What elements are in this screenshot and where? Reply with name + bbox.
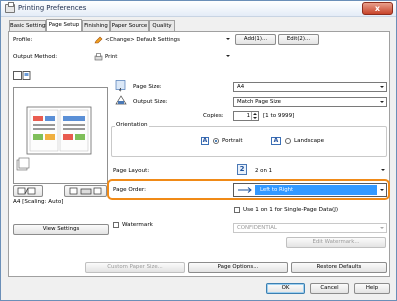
chevron-down-icon: [380, 86, 384, 88]
chevron-down-icon: [380, 101, 384, 103]
printing-preferences-window: Printing Preferences x Basic Settings Pa…: [0, 0, 397, 301]
page-order-value: Left to Right: [260, 187, 294, 193]
tab-quality[interactable]: Quality: [149, 20, 175, 31]
single-page-data-checkbox[interactable]: [234, 207, 240, 213]
ok-button[interactable]: OK: [266, 283, 305, 294]
chevron-down-icon: [226, 55, 230, 57]
copies-label: Copies:: [203, 113, 224, 119]
tab-finishing[interactable]: Finishing: [82, 20, 110, 31]
chevron-down-icon[interactable]: [253, 116, 257, 119]
profile-value: <Change> Default Settings: [105, 37, 180, 43]
copies-value: 1: [246, 113, 250, 119]
profile-label: Profile:: [13, 37, 33, 43]
tab-basic-settings[interactable]: Basic Settings: [9, 20, 48, 31]
output-size-label: Output Size:: [133, 99, 168, 105]
page-layout-value: 2 on 1: [255, 168, 273, 174]
output-size-value: Match Page Size: [237, 99, 281, 105]
page-size-value: A4: [237, 84, 245, 90]
arrow-right-icon: [238, 187, 252, 193]
chevron-down-icon: [226, 38, 230, 40]
copies-range: [1 to 9999]: [263, 113, 295, 119]
two-on-one-badge: 2: [237, 164, 247, 175]
chevron-down-icon: [380, 227, 384, 229]
close-button[interactable]: x: [362, 2, 393, 15]
restore-defaults-button[interactable]: Restore Defaults: [291, 262, 387, 273]
single-page-data-label: Use 1 on 1 for Single-Page Data(J): [243, 207, 339, 213]
page-layout-select[interactable]: 2 2 on 1: [233, 163, 387, 177]
page-size-select[interactable]: A4: [233, 82, 387, 92]
scaling-info: A4 [Scaling: Auto]: [13, 199, 64, 205]
watermark-select[interactable]: CONFIDENTIAL: [233, 223, 387, 233]
dialog-footer: OK Cancel Help: [1, 281, 396, 300]
page-size-icon: 4: [115, 80, 126, 92]
watermark-value: CONFIDENTIAL: [237, 225, 277, 231]
preview-mode-icon[interactable]: [13, 71, 31, 81]
printer-icon: [5, 2, 15, 13]
output-size-icon: [115, 95, 127, 105]
layout-preview: [13, 87, 108, 184]
watermark-checkbox[interactable]: [113, 222, 119, 228]
output-size-select[interactable]: Match Page Size: [233, 97, 387, 107]
output-method-select[interactable]: Print: [92, 52, 232, 62]
printer-view-button[interactable]: [64, 185, 107, 197]
page-order-label: Page Order:: [113, 187, 147, 193]
edit-watermark-button[interactable]: Edit Watermark...: [286, 237, 386, 248]
two-on-one-preview-image: [16, 106, 92, 171]
cancel-button[interactable]: Cancel: [310, 283, 349, 294]
chevron-up-icon[interactable]: [253, 112, 257, 115]
watermark-label: Watermark: [122, 222, 153, 228]
chevron-down-icon: [381, 169, 385, 171]
landscape-radio[interactable]: [285, 138, 291, 144]
tab-paper-source[interactable]: Paper Source: [110, 20, 149, 31]
chevron-down-icon: [380, 189, 384, 191]
profile-edit-button[interactable]: Edit(2)...: [278, 34, 319, 45]
printer-settings-icon: [69, 187, 101, 195]
output-method-value: Print: [105, 54, 118, 60]
portrait-label: Portrait: [222, 138, 243, 144]
page-size-label: Page Size:: [133, 84, 162, 90]
document-layout-icon: [17, 187, 36, 195]
page-options-button[interactable]: Page Options...: [188, 262, 288, 273]
output-method-label: Output Method:: [13, 54, 58, 60]
print-icon: [94, 53, 103, 61]
profile-add-button[interactable]: Add(1)...: [235, 34, 276, 45]
portrait-icon: A: [201, 137, 209, 145]
title-bar[interactable]: Printing Preferences x: [1, 1, 396, 17]
profile-select[interactable]: <Change> Default Settings: [92, 35, 232, 45]
custom-paper-size-button[interactable]: Custom Paper Size...: [85, 262, 185, 273]
document-view-button[interactable]: [13, 185, 43, 197]
window-title: Printing Preferences: [18, 4, 87, 12]
orientation-group: [111, 126, 387, 157]
help-button[interactable]: Help: [354, 283, 390, 294]
page-order-select[interactable]: Left to Right: [233, 183, 387, 197]
landscape-icon: A: [271, 137, 281, 145]
page-layout-label: Page Layout:: [113, 168, 150, 174]
view-settings-button[interactable]: View Settings: [13, 224, 109, 235]
copies-stepper[interactable]: [251, 112, 257, 120]
portrait-radio[interactable]: [213, 138, 219, 144]
tab-page-setup[interactable]: Page Setup: [46, 19, 82, 31]
landscape-label: Landscape: [294, 138, 325, 144]
copies-input[interactable]: 1: [233, 111, 259, 121]
orientation-label: Orientation: [115, 122, 149, 128]
pencil-icon: [94, 36, 103, 44]
